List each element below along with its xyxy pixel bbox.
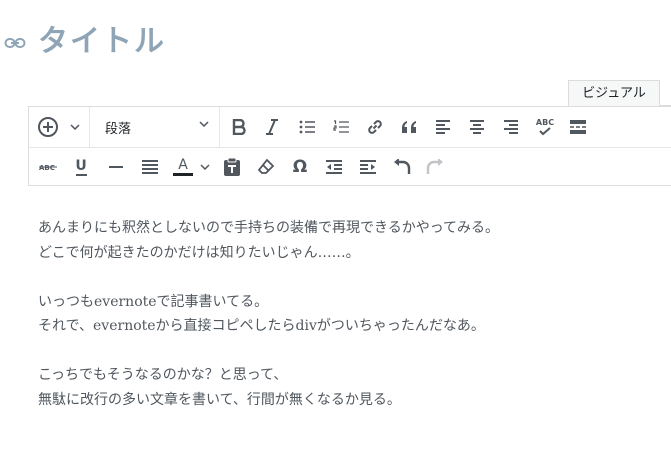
clear-formatting-icon[interactable] <box>252 153 280 181</box>
format-select[interactable]: 段落 <box>91 107 217 147</box>
bullet-list-icon[interactable] <box>293 113 321 141</box>
permalink-icon[interactable] <box>4 35 26 51</box>
read-more-icon[interactable] <box>564 113 592 141</box>
editor-toolbar: 段落 ABC ABC U A Ω <box>28 106 671 186</box>
undo-icon[interactable] <box>388 153 416 181</box>
spellcheck-icon[interactable]: ABC <box>531 113 559 141</box>
underline-icon[interactable]: U <box>67 153 95 181</box>
spellcheck-label: ABC <box>535 118 555 127</box>
chevron-down-icon <box>199 121 209 127</box>
paragraph: こっちでもそうなるのかな？と思って、 無駄に改行の多い文章を書いて、行間が無くな… <box>38 363 658 412</box>
editor-content[interactable]: あんまりにも釈然としないので手持ちの装備で再現できるかやってみる。 どこで何が起… <box>38 216 658 437</box>
text-line: それで、evernoteから直接コピペしたらdivがついちゃったんだなあ。 <box>38 318 485 334</box>
numbered-list-icon[interactable] <box>327 113 355 141</box>
indent-icon[interactable] <box>354 153 382 181</box>
text-line: いっつもevernoteで記事書いてる。 <box>38 293 269 310</box>
omega-glyph: Ω <box>292 157 308 177</box>
chevron-down-icon[interactable] <box>195 153 215 181</box>
special-character-icon[interactable]: Ω <box>286 153 314 181</box>
blockquote-icon[interactable] <box>395 113 423 141</box>
link-icon[interactable] <box>361 113 389 141</box>
text-color-swatch <box>173 173 193 176</box>
text-color-glyph: A <box>178 157 188 173</box>
strikethrough-icon[interactable]: ABC <box>34 153 62 181</box>
text-line: 無駄に改行の多い文章を書いて、行間が無くなるか見る。 <box>38 391 401 408</box>
align-right-icon[interactable] <box>497 113 525 141</box>
align-center-icon[interactable] <box>463 113 491 141</box>
post-title[interactable]: タイトル <box>38 16 166 60</box>
tab-visual[interactable]: ビジュアル <box>568 80 660 106</box>
toolbar-separator <box>89 107 90 147</box>
italic-icon[interactable] <box>258 113 286 141</box>
bold-icon[interactable] <box>225 113 253 141</box>
justify-icon[interactable] <box>136 153 164 181</box>
paste-as-text-icon[interactable] <box>218 153 246 181</box>
redo-icon[interactable] <box>421 153 449 181</box>
svg-text:ABC: ABC <box>39 164 55 172</box>
horizontal-rule-icon[interactable] <box>102 153 130 181</box>
underline-bar <box>75 173 87 176</box>
outdent-icon[interactable] <box>320 153 348 181</box>
format-select-value: 段落 <box>105 121 132 137</box>
text-line: こっちでもそうなるのかな？と思って、 <box>38 367 288 383</box>
toolbar-row-2: ABC U A Ω <box>29 148 671 186</box>
text-line: どこで何が起きたのかだけは知りたいじゃん……。 <box>38 244 360 261</box>
paragraph: いっつもevernoteで記事書いてる。 それで、evernoteから直接コピペ… <box>38 290 658 339</box>
underline-glyph: U <box>75 157 87 174</box>
text-line: あんまりにも釈然としないので手持ちの装備で再現できるかやってみる。 <box>38 220 500 236</box>
align-left-icon[interactable] <box>429 113 457 141</box>
toolbar-separator <box>219 107 220 147</box>
add-block-icon[interactable] <box>34 113 62 141</box>
chevron-down-icon[interactable] <box>65 113 85 141</box>
text-color-icon[interactable]: A <box>169 153 197 181</box>
paragraph: あんまりにも釈然としないので手持ちの装備で再現できるかやってみる。 どこで何が起… <box>38 216 658 265</box>
toolbar-row-1: 段落 ABC <box>29 107 671 148</box>
